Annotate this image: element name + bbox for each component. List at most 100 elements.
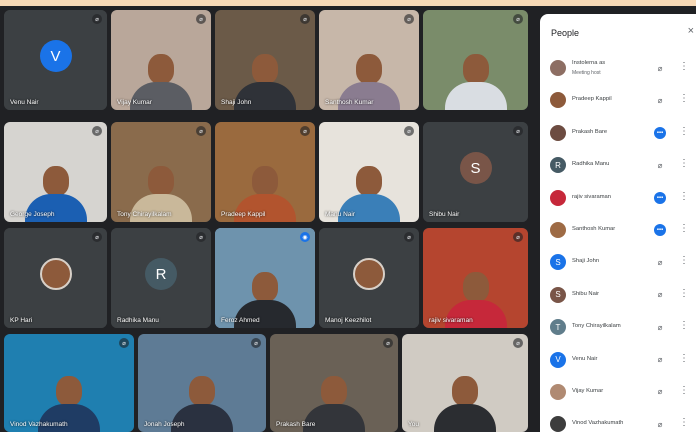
participant-tile[interactable]: ⌀ Manoj Keezhilot bbox=[319, 228, 419, 328]
participant-list-item[interactable]: S Shibu Nair ⌀ ⋮ bbox=[540, 280, 696, 312]
mic-off-icon[interactable]: ⌀ bbox=[654, 386, 666, 398]
participant-name-label: George Joseph bbox=[10, 211, 55, 218]
participant-photo-avatar bbox=[550, 416, 566, 432]
mic-off-icon[interactable]: ⌀ bbox=[654, 354, 666, 366]
participant-name-label: KP Hari bbox=[10, 317, 33, 324]
participant-tile[interactable]: ⌀ Jonah Joseph bbox=[138, 334, 266, 432]
participant-name-label: Venu Nair bbox=[10, 99, 39, 106]
participant-tile[interactable]: ⌀ bbox=[423, 10, 528, 110]
mic-off-icon: ⌀ bbox=[404, 126, 414, 136]
participant-tile[interactable]: ◉ Feroz Ahmed bbox=[215, 228, 315, 328]
participant-name-label: Pradeep Kappil bbox=[221, 211, 266, 218]
participant-video-figure bbox=[434, 376, 496, 432]
close-icon[interactable]: × bbox=[688, 25, 694, 37]
participant-name: Tony Chirayilkalam bbox=[572, 323, 621, 330]
mic-off-icon: ⌀ bbox=[92, 14, 102, 24]
participant-tile[interactable]: ⌀ KP Hari bbox=[4, 228, 107, 328]
participant-name-label: Jonah Joseph bbox=[144, 421, 185, 428]
mic-off-icon: ⌀ bbox=[251, 338, 261, 348]
more-vert-icon[interactable]: ⋮ bbox=[679, 417, 689, 428]
more-vert-icon[interactable]: ⋮ bbox=[679, 158, 689, 169]
grid-row: ⌀ Vinod Vazhakumath ⌀ Jonah Joseph ⌀ Prakash … bbox=[4, 334, 528, 432]
participant-list-item[interactable]: Pradeep Kappil ⌀ ⋮ bbox=[540, 85, 696, 117]
more-vert-icon[interactable]: ⋮ bbox=[679, 61, 689, 72]
more-vert-icon[interactable]: ⋮ bbox=[679, 191, 689, 202]
mic-off-icon[interactable]: ⌀ bbox=[654, 418, 666, 430]
participant-name-label: Feroz Ahmed bbox=[221, 317, 260, 324]
mic-off-icon: ⌀ bbox=[196, 126, 206, 136]
participant-name: Radhika Manu bbox=[572, 161, 610, 168]
participant-list-item[interactable]: T Tony Chirayilkalam ⌀ ⋮ bbox=[540, 312, 696, 344]
mic-off-icon: ⌀ bbox=[513, 14, 523, 24]
mic-off-icon[interactable]: ⌀ bbox=[654, 62, 666, 74]
participant-role: Meeting host bbox=[572, 70, 601, 76]
participant-photo-avatar bbox=[550, 189, 566, 206]
more-vert-icon[interactable]: ⋮ bbox=[679, 320, 689, 331]
mic-off-icon[interactable]: ⌀ bbox=[654, 321, 666, 333]
participant-photo-avatar bbox=[550, 60, 566, 76]
participant-list-item[interactable]: Instolerna as Meeting host ⌀ ⋮ bbox=[540, 53, 696, 85]
participant-list-item[interactable]: Prakash Bare ▪▪▪ ⋮ bbox=[540, 118, 696, 150]
participant-tile[interactable]: ⌀ George Joseph bbox=[4, 122, 107, 222]
grid-row: V ⌀ Venu Nair ⌀ Vijay Kumar ⌀ Shaji John ⌀ Santh… bbox=[4, 10, 528, 110]
participant-tile[interactable]: ⌀ Manu Nair bbox=[319, 122, 419, 222]
participant-list-item[interactable]: S Shaji John ⌀ ⋮ bbox=[540, 247, 696, 279]
participant-list-item[interactable]: Vijay Kumar ⌀ ⋮ bbox=[540, 377, 696, 409]
participant-letter-avatar: T bbox=[550, 319, 566, 336]
mic-off-icon: ⌀ bbox=[196, 232, 206, 242]
participant-tile[interactable]: ⌀ Shaji John bbox=[215, 10, 315, 110]
top-accent-strip bbox=[0, 0, 696, 6]
participant-letter-avatar: S bbox=[550, 254, 566, 271]
mic-off-icon: ⌀ bbox=[92, 126, 102, 136]
participant-tile[interactable]: ⌀ Vijay Kumar bbox=[111, 10, 211, 110]
mic-off-icon: ⌀ bbox=[513, 338, 523, 348]
participant-name-label: Shibu Nair bbox=[429, 211, 460, 218]
more-vert-icon[interactable]: ⋮ bbox=[679, 353, 689, 364]
participant-list: Instolerna as Meeting host ⌀ ⋮ Pradeep Kappi… bbox=[540, 53, 696, 432]
mic-off-icon[interactable]: ⌀ bbox=[654, 256, 666, 268]
participant-video-figure bbox=[444, 54, 507, 110]
participant-name-label: Tony Chirayilkalam bbox=[117, 211, 172, 218]
more-vert-icon[interactable]: ⋮ bbox=[679, 126, 689, 137]
mic-active-icon: ◉ bbox=[300, 232, 310, 242]
mic-active-icon[interactable]: ▪▪▪ bbox=[654, 191, 666, 204]
participant-list-item[interactable]: Vinod Vazhakumath ⌀ ⋮ bbox=[540, 409, 696, 432]
more-vert-icon[interactable]: ⋮ bbox=[679, 288, 689, 299]
participant-tile[interactable]: ⌀ Tony Chirayilkalam bbox=[111, 122, 211, 222]
participant-name: Prakash Bare bbox=[572, 128, 608, 135]
participant-list-item[interactable]: rajiv sivaraman ▪▪▪ ⋮ bbox=[540, 183, 696, 215]
mic-off-icon[interactable]: ⌀ bbox=[654, 94, 666, 106]
participant-name: Vinod Vazhakumath bbox=[572, 420, 624, 427]
mic-active-icon[interactable]: ▪▪▪ bbox=[654, 126, 666, 139]
participant-tile[interactable]: ⌀ Pradeep Kappil bbox=[215, 122, 315, 222]
participant-tile[interactable]: R ⌀ Radhika Manu bbox=[111, 228, 211, 328]
mic-off-icon: ⌀ bbox=[119, 338, 129, 348]
more-vert-icon[interactable]: ⋮ bbox=[679, 223, 689, 234]
more-vert-icon[interactable]: ⋮ bbox=[679, 255, 689, 266]
participant-name-label: Manoj Keezhilot bbox=[325, 317, 372, 324]
mic-off-icon[interactable]: ⌀ bbox=[654, 289, 666, 301]
more-vert-icon[interactable]: ⋮ bbox=[679, 385, 689, 396]
mic-off-icon: ⌀ bbox=[513, 126, 523, 136]
participant-tile[interactable]: ⌀ Vinod Vazhakumath bbox=[4, 334, 134, 432]
participant-tile[interactable]: ⌀ You bbox=[402, 334, 528, 432]
participant-tile[interactable]: ⌀ rajiv sivaraman bbox=[423, 228, 528, 328]
participant-tile[interactable]: ⌀ Prakash Bare bbox=[270, 334, 398, 432]
participant-photo-avatar bbox=[353, 258, 385, 290]
participant-name-label: Manu Nair bbox=[325, 211, 355, 218]
mic-off-icon[interactable]: ⌀ bbox=[654, 159, 666, 171]
mic-off-icon: ⌀ bbox=[196, 14, 206, 24]
mic-active-icon[interactable]: ▪▪▪ bbox=[654, 223, 666, 236]
more-vert-icon[interactable]: ⋮ bbox=[679, 93, 689, 104]
participant-list-item[interactable]: V Venu Nair ⌀ ⋮ bbox=[540, 345, 696, 377]
participant-letter-avatar: V bbox=[39, 40, 72, 72]
participant-photo-avatar bbox=[550, 92, 566, 109]
participant-list-item[interactable]: Santhosh Kumar ▪▪▪ ⋮ bbox=[540, 215, 696, 247]
mic-off-icon: ⌀ bbox=[92, 232, 102, 242]
participant-list-item[interactable]: R Radhika Manu ⌀ ⋮ bbox=[540, 150, 696, 182]
participant-name-label: Santhosh Kumar bbox=[325, 99, 374, 106]
participant-name: Venu Nair bbox=[572, 355, 598, 362]
participant-tile[interactable]: V ⌀ Venu Nair bbox=[4, 10, 107, 110]
participant-tile[interactable]: ⌀ Santhosh Kumar bbox=[319, 10, 419, 110]
participant-tile[interactable]: S ⌀ Shibu Nair bbox=[423, 122, 528, 222]
